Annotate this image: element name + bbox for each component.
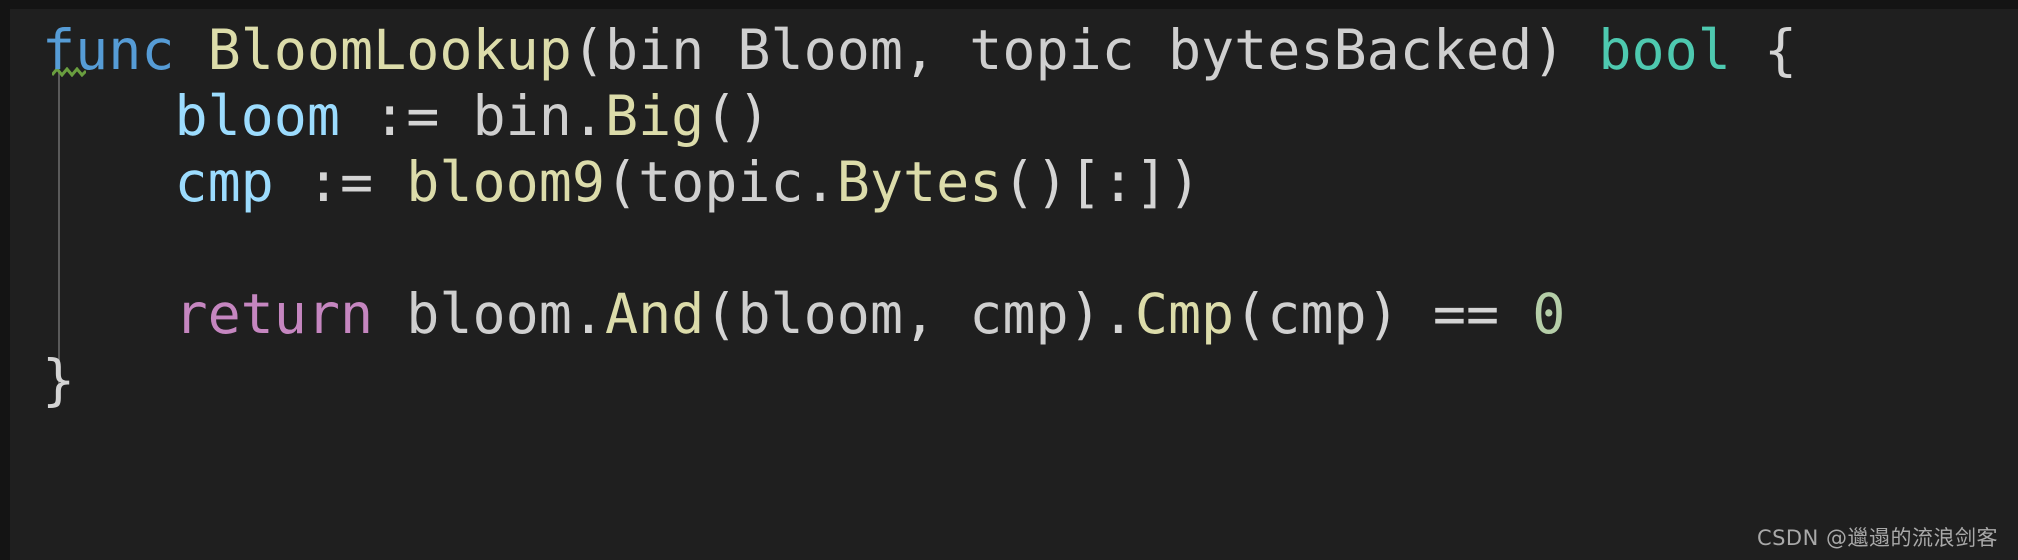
code-token-function: BloomLookup bbox=[207, 18, 572, 82]
code-line[interactable]: bloom := bin.Big() bbox=[42, 83, 1797, 149]
code-token-plain: } bbox=[42, 348, 76, 412]
code-token-control: return bbox=[174, 282, 374, 346]
code-token-number: 0 bbox=[1532, 282, 1566, 346]
code-token-param: bin bbox=[472, 84, 572, 148]
code-line[interactable] bbox=[42, 215, 1797, 281]
code-token-plain: , bbox=[903, 282, 970, 346]
code-token-param: bin bbox=[604, 18, 705, 82]
code-token-plain: { bbox=[1730, 18, 1798, 82]
code-token-param: bloom bbox=[406, 282, 572, 346]
code-line[interactable]: func BloomLookup(bin Bloom, topic bytesB… bbox=[42, 17, 1797, 83]
code-token-plain: . bbox=[571, 282, 605, 346]
csdn-watermark: CSDN @邋遢的流浪剑客 bbox=[1756, 526, 1998, 550]
code-token-plain: ) bbox=[1532, 18, 1599, 82]
code-token-plain: ). bbox=[1068, 282, 1135, 346]
code-token-type: bool bbox=[1598, 18, 1731, 82]
code-token-variable: cmp bbox=[174, 150, 274, 214]
code-token-function: Big bbox=[604, 84, 705, 148]
code-token-plain: ( bbox=[571, 18, 605, 82]
code-token-plain: ()[:]) bbox=[1002, 150, 1202, 214]
code-token-param: bytesBacked bbox=[1167, 18, 1533, 82]
code-token-function: And bbox=[604, 282, 705, 346]
code-token-param: topic bbox=[638, 150, 804, 214]
code-token-plain: () bbox=[704, 84, 771, 148]
code-token-plain: ( bbox=[704, 282, 738, 346]
code-line[interactable]: } bbox=[42, 347, 1797, 413]
code-token-function: bloom9 bbox=[406, 150, 605, 214]
code-token-param: cmp bbox=[1267, 282, 1367, 346]
code-token-function: Cmp bbox=[1134, 282, 1235, 346]
code-token-plain: ( bbox=[1234, 282, 1268, 346]
window-left-edge bbox=[0, 0, 10, 560]
code-token-plain: := bbox=[273, 150, 407, 214]
code-token-plain: := bbox=[340, 84, 473, 148]
code-editor-surface[interactable]: func BloomLookup(bin Bloom, topic bytesB… bbox=[10, 9, 2018, 560]
code-token-plain: ( bbox=[604, 150, 639, 214]
code-token-param: bloom bbox=[737, 282, 904, 346]
code-token-function: Bytes bbox=[836, 150, 1003, 214]
code-token-plain: ) == bbox=[1366, 282, 1533, 346]
window-top-edge bbox=[0, 0, 2018, 9]
code-block[interactable]: func BloomLookup(bin Bloom, topic bytesB… bbox=[42, 17, 1797, 413]
code-token-param: topic bbox=[969, 18, 1135, 82]
code-line[interactable]: return bloom.And(bloom, cmp).Cmp(cmp) ==… bbox=[42, 281, 1797, 347]
code-token-plain: . bbox=[571, 84, 605, 148]
code-token-plain: , bbox=[903, 18, 970, 82]
code-screenshot: func BloomLookup(bin Bloom, topic bytesB… bbox=[0, 0, 2018, 560]
code-token-param: cmp bbox=[969, 282, 1069, 346]
code-token-param: Bloom bbox=[737, 18, 903, 82]
code-token-plain: . bbox=[803, 150, 837, 214]
code-token-keyword: func bbox=[42, 18, 175, 82]
code-token-variable: bloom bbox=[174, 84, 341, 148]
code-line[interactable]: cmp := bloom9(topic.Bytes()[:]) bbox=[42, 149, 1797, 215]
